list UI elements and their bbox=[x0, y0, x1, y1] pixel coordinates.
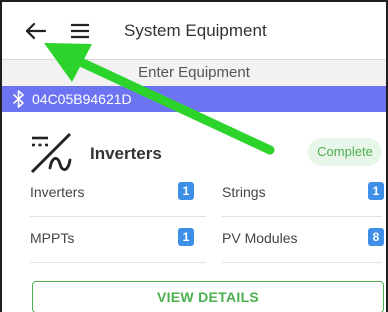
count-badge: 1 bbox=[178, 182, 194, 200]
bluetooth-device-bar[interactable]: 04C05B94621D bbox=[2, 86, 386, 112]
back-arrow-icon bbox=[25, 22, 47, 40]
status-badge: Complete bbox=[308, 138, 382, 166]
inverter-icon bbox=[30, 132, 72, 174]
row-inverters: Inverters 1 bbox=[30, 172, 206, 216]
row-label: Inverters bbox=[30, 184, 85, 200]
menu-button[interactable] bbox=[66, 16, 94, 46]
row-label: PV Modules bbox=[222, 230, 298, 246]
row-strings: Strings 1 bbox=[222, 172, 384, 216]
row-label: MPPTs bbox=[30, 230, 75, 246]
card-title: Inverters bbox=[90, 144, 162, 163]
hamburger-menu-icon bbox=[71, 23, 89, 39]
count-badge: 1 bbox=[368, 182, 384, 200]
count-badge: 8 bbox=[368, 228, 384, 246]
view-details-button[interactable]: VIEW DETAILS bbox=[32, 281, 384, 312]
page-title: System Equipment bbox=[124, 21, 267, 40]
row-divider bbox=[30, 216, 206, 217]
back-button[interactable] bbox=[22, 16, 50, 46]
row-pv-modules: PV Modules 8 bbox=[222, 218, 384, 262]
section-header: Enter Equipment bbox=[2, 60, 386, 86]
bluetooth-icon bbox=[13, 90, 24, 108]
app-bar: System Equipment bbox=[2, 2, 386, 60]
row-label: Strings bbox=[222, 184, 266, 200]
row-mppts: MPPTs 1 bbox=[30, 218, 206, 262]
row-divider bbox=[222, 262, 382, 263]
row-divider bbox=[222, 216, 382, 217]
row-divider bbox=[30, 262, 206, 263]
count-badge: 1 bbox=[178, 228, 194, 246]
app-screen: System Equipment Enter Equipment 04C05B9… bbox=[0, 0, 388, 312]
bluetooth-device-id: 04C05B94621D bbox=[32, 91, 132, 107]
